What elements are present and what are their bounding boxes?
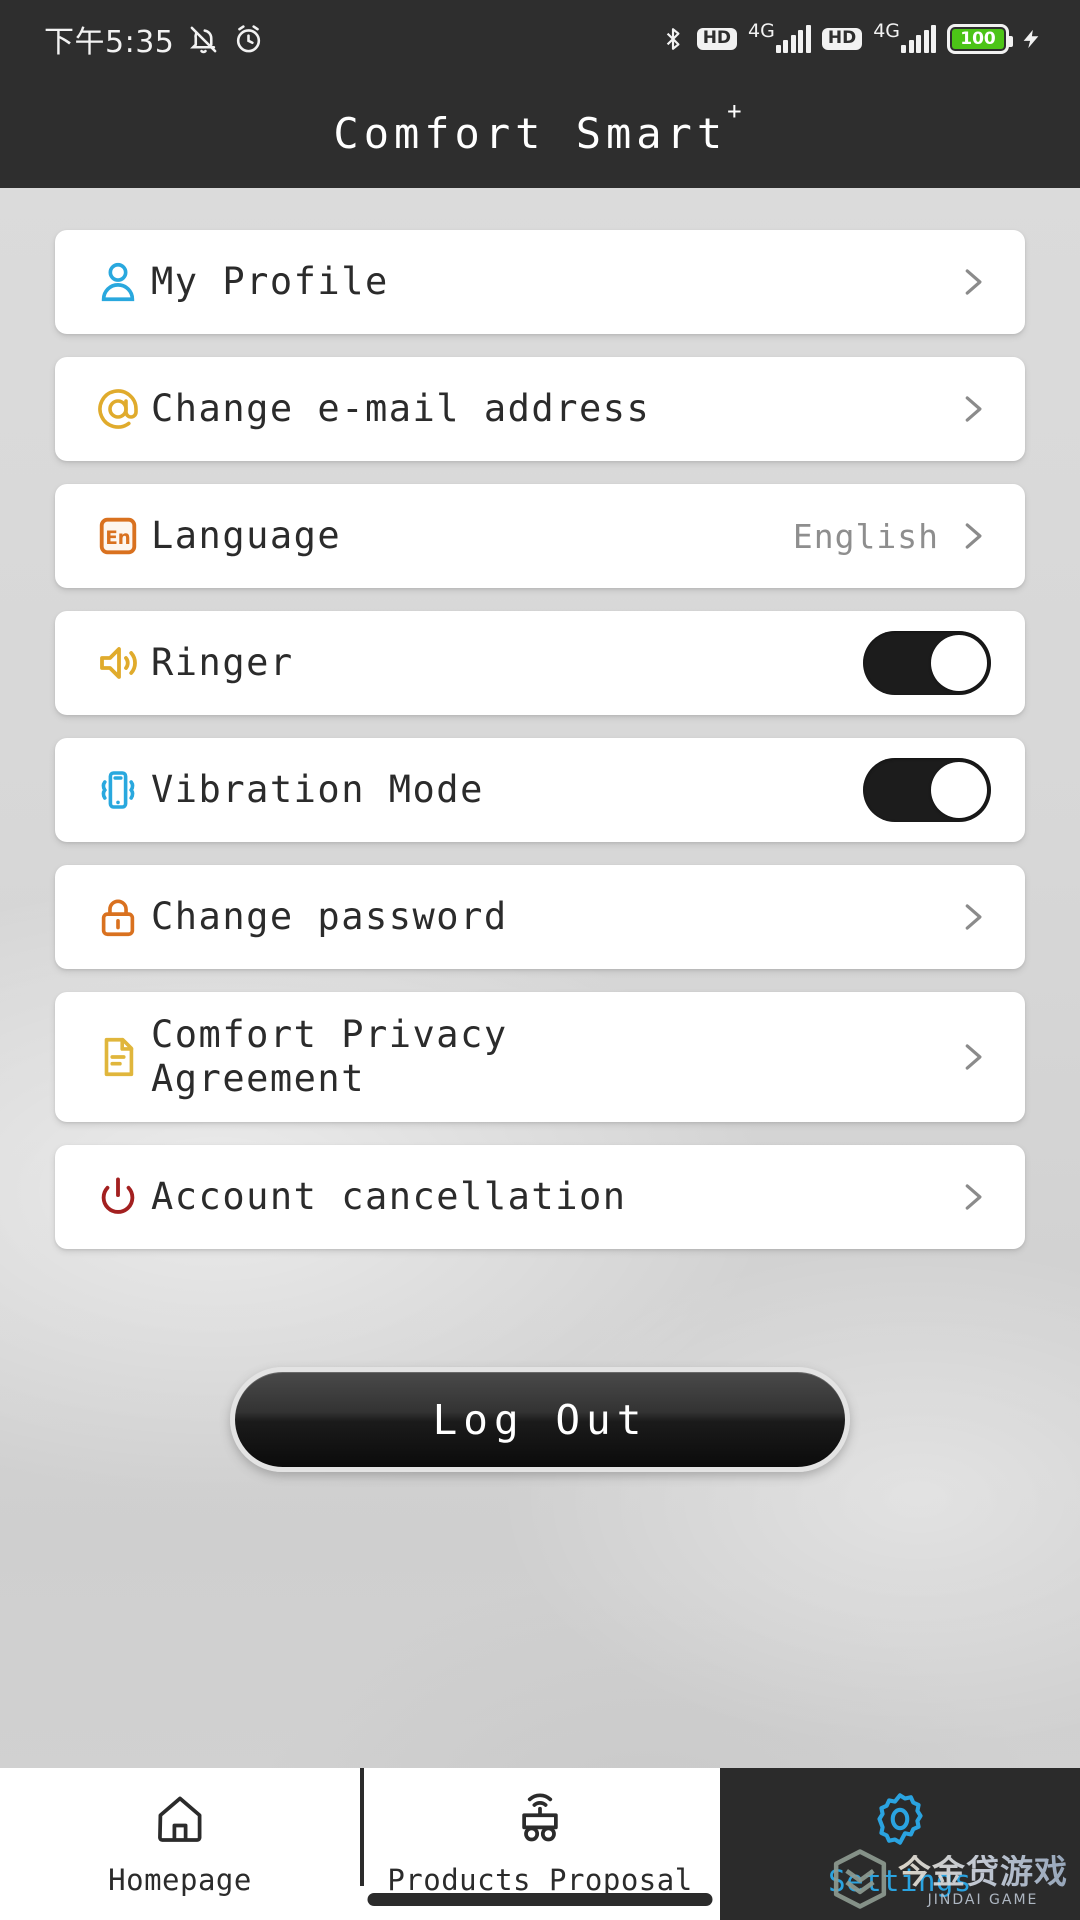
- list-item-label: Change e-mail address: [151, 387, 651, 431]
- nav-label: Homepage: [108, 1863, 252, 1897]
- svg-text:En: En: [105, 528, 130, 549]
- signal-4g-icon: 4G: [748, 20, 811, 53]
- status-bar-clock: 下午5:35: [44, 25, 175, 60]
- person-icon: [85, 259, 151, 305]
- app-title-bar: Comfort Smart+: [0, 78, 1080, 188]
- status-bar: 下午5:35 HD 4G HD 4G 100: [0, 0, 1080, 78]
- robot-icon: [512, 1791, 568, 1851]
- list-item-label: Account cancellation: [151, 1175, 627, 1219]
- language-value: English: [792, 516, 939, 556]
- status-bar-right: HD 4G HD 4G 100: [660, 20, 1042, 54]
- toggle-knob: [931, 762, 987, 818]
- watermark-text: 今金贷游戏 JINDAI GAME: [898, 1855, 1068, 1908]
- nav-label: Products Proposal: [387, 1863, 693, 1897]
- lock-icon: [85, 894, 151, 940]
- hd-icon: HD: [696, 28, 738, 50]
- list-item-privacy-agreement[interactable]: Comfort Privacy Agreement: [55, 992, 1025, 1122]
- status-bar-left: 下午5:35: [44, 17, 264, 61]
- signal-bars-2: [901, 25, 936, 53]
- list-item-vibration-mode[interactable]: Vibration Mode: [55, 738, 1025, 842]
- page-title-superscript: +: [727, 96, 747, 125]
- app-screen: 下午5:35 HD 4G HD 4G 100 Comfort Smart+ My…: [0, 0, 1080, 1920]
- chevron-right-icon: [953, 1178, 991, 1216]
- document-icon: [85, 1034, 151, 1080]
- charging-bolt-icon: [1020, 24, 1042, 54]
- watermark-cn: 今金贷游戏: [898, 1851, 1068, 1891]
- signal-bars: [775, 25, 811, 53]
- chevron-right-icon: [953, 263, 991, 301]
- list-item-label: Vibration Mode: [151, 768, 484, 812]
- hd-icon-2: HD: [821, 28, 863, 50]
- list-item-change-password[interactable]: Change password: [55, 865, 1025, 969]
- logout-section: Log Out: [0, 1367, 1080, 1472]
- bluetooth-icon: [660, 24, 686, 54]
- list-item-change-email[interactable]: Change e-mail address: [55, 357, 1025, 461]
- chevron-right-icon: [953, 1038, 991, 1076]
- page-title-text: Comfort Smart: [333, 108, 728, 158]
- list-item-label: Comfort Privacy Agreement: [151, 1013, 508, 1100]
- watermark-en: JINDAI GAME: [927, 1891, 1039, 1908]
- battery-level-label: 100: [952, 29, 1004, 49]
- network-type-label-2: 4G: [873, 20, 900, 42]
- home-icon: [152, 1791, 208, 1851]
- network-type-label: 4G: [748, 20, 775, 42]
- speaker-icon: [85, 639, 151, 687]
- logout-button[interactable]: Log Out: [230, 1367, 850, 1472]
- battery-icon: 100: [947, 24, 1013, 54]
- watermark: 今金贷游戏 JINDAI GAME: [831, 1848, 1068, 1914]
- nav-item-homepage[interactable]: Homepage: [0, 1768, 360, 1920]
- list-item-label: My Profile: [151, 260, 389, 304]
- at-sign-icon: [85, 385, 151, 433]
- mute-bell-icon: [188, 24, 219, 55]
- toggle-knob: [931, 635, 987, 691]
- ringer-toggle[interactable]: [863, 631, 991, 695]
- watermark-logo-icon: [831, 1848, 889, 1914]
- list-item-label: Change password: [151, 895, 508, 939]
- vibration-toggle[interactable]: [863, 758, 991, 822]
- language-en-icon: En: [85, 513, 151, 559]
- vibrate-phone-icon: [85, 766, 151, 814]
- power-icon: [85, 1174, 151, 1220]
- list-item-my-profile[interactable]: My Profile: [55, 230, 1025, 334]
- list-item-language[interactable]: En Language English: [55, 484, 1025, 588]
- chevron-right-icon: [953, 898, 991, 936]
- home-indicator[interactable]: [367, 1893, 713, 1906]
- chevron-right-icon: [953, 517, 991, 555]
- alarm-clock-icon: [233, 24, 264, 55]
- list-item-ringer[interactable]: Ringer: [55, 611, 1025, 715]
- page-title: Comfort Smart+: [333, 97, 746, 158]
- list-item-label: Ringer: [151, 641, 294, 685]
- list-item-label: Language: [151, 514, 342, 558]
- list-item-account-cancellation[interactable]: Account cancellation: [55, 1145, 1025, 1249]
- signal-4g-icon-2: 4G: [873, 20, 936, 53]
- gear-icon: [871, 1790, 929, 1852]
- settings-list: My Profile Change e-mail address En Lang…: [0, 188, 1080, 1249]
- chevron-right-icon: [953, 390, 991, 428]
